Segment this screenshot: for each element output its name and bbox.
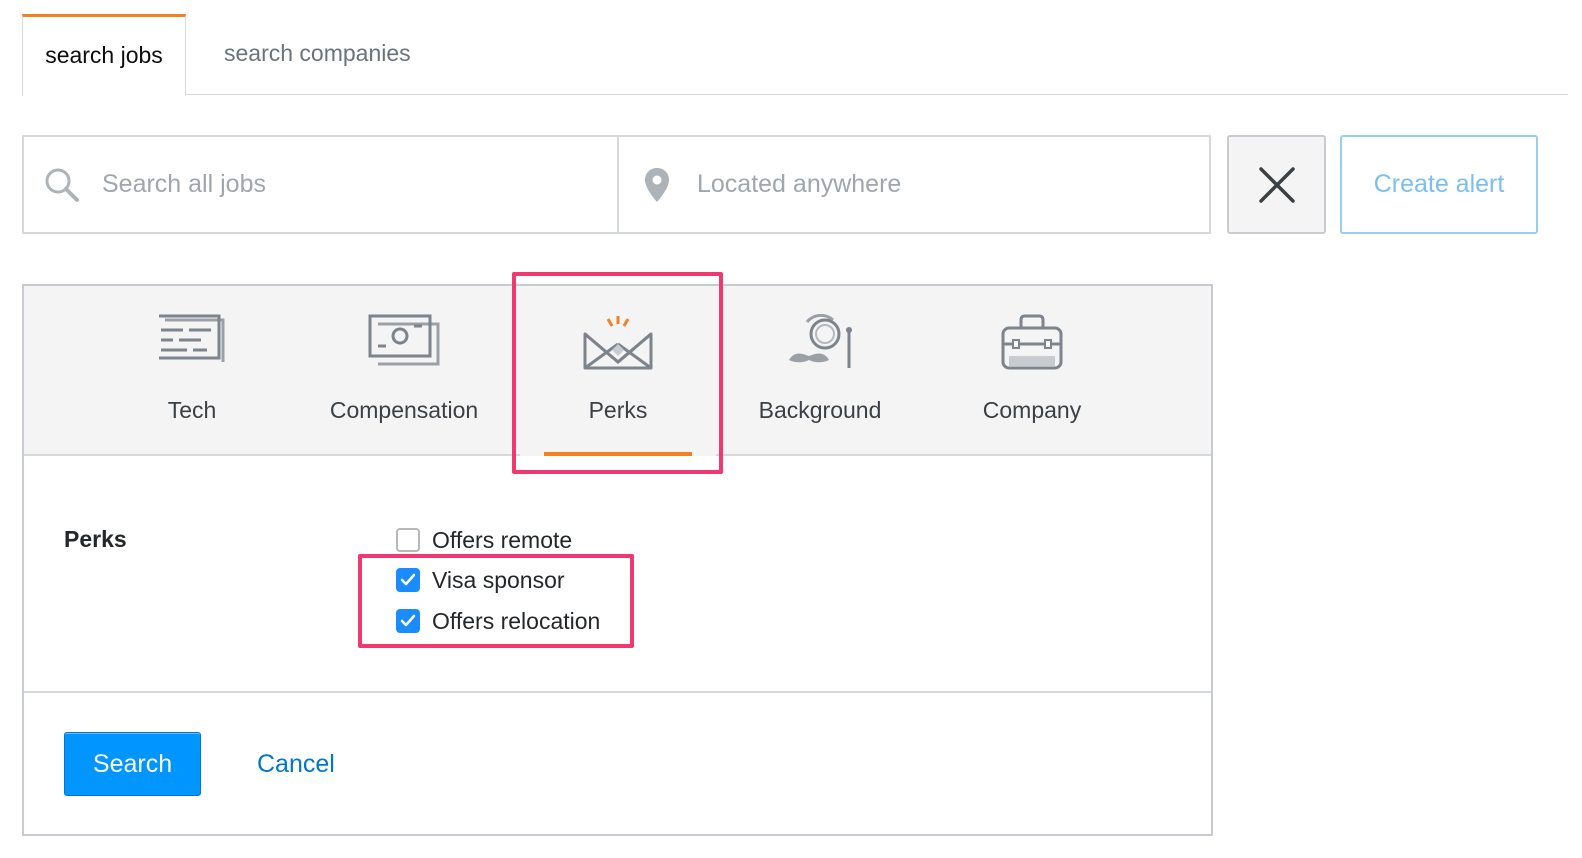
- checkmark-icon: [400, 614, 416, 627]
- checkmark-icon: [400, 573, 416, 586]
- magnifier-icon: [42, 165, 82, 205]
- active-tab-indicator: [544, 452, 692, 456]
- tab-tech[interactable]: Tech: [92, 286, 292, 456]
- briefcase-icon: [1001, 314, 1063, 377]
- tab-background-label: Background: [758, 397, 882, 423]
- monocle-mustache-icon: [783, 313, 857, 375]
- banknote-icon: [368, 314, 440, 371]
- tab-background[interactable]: Background: [720, 286, 920, 456]
- code-window-icon: [157, 314, 227, 371]
- crown-icon: [582, 314, 654, 377]
- clear-search-button[interactable]: [1227, 135, 1326, 234]
- offers-remote-option[interactable]: Offers remote: [396, 525, 572, 555]
- visa-sponsor-label: Visa sponsor: [432, 566, 565, 593]
- tab-search-companies[interactable]: search companies: [224, 14, 411, 95]
- search-mode-tabs: search jobs search companies: [22, 14, 1568, 96]
- visa-sponsor-checkbox[interactable]: [396, 568, 420, 592]
- perks-section-label: Perks: [64, 526, 127, 552]
- offers-relocation-option[interactable]: Offers relocation: [396, 606, 600, 636]
- job-search-input[interactable]: [100, 169, 560, 200]
- tab-tech-label: Tech: [167, 397, 217, 423]
- offers-relocation-checkbox[interactable]: [396, 609, 420, 633]
- tab-perks[interactable]: Perks: [520, 286, 716, 456]
- location-input[interactable]: [695, 169, 1155, 200]
- tab-perks-label: Perks: [588, 397, 648, 423]
- search-bar: [22, 135, 1211, 234]
- close-icon: [1258, 166, 1296, 204]
- create-alert-button[interactable]: Create alert: [1340, 135, 1538, 234]
- offers-relocation-label: Offers relocation: [432, 607, 601, 634]
- tab-company-label: Company: [982, 397, 1082, 423]
- visa-sponsor-option[interactable]: Visa sponsor: [396, 565, 565, 595]
- tab-search-jobs[interactable]: search jobs: [22, 14, 186, 96]
- offers-remote-label: Offers remote: [432, 526, 573, 553]
- offers-remote-checkbox[interactable]: [396, 528, 420, 552]
- job-search-field: [24, 137, 619, 232]
- search-button[interactable]: Search: [64, 732, 201, 796]
- filter-category-tabs: Tech Compensation Perks Background Compa…: [24, 286, 1211, 456]
- tab-compensation[interactable]: Compensation: [304, 286, 504, 456]
- filter-panel: Tech Compensation Perks Background Compa…: [22, 284, 1213, 836]
- panel-divider: [24, 691, 1211, 693]
- tab-compensation-label: Compensation: [329, 397, 479, 423]
- cancel-link[interactable]: Cancel: [257, 732, 335, 796]
- location-search-field: [619, 137, 1209, 232]
- map-pin-icon: [637, 165, 677, 205]
- tab-company[interactable]: Company: [932, 286, 1132, 456]
